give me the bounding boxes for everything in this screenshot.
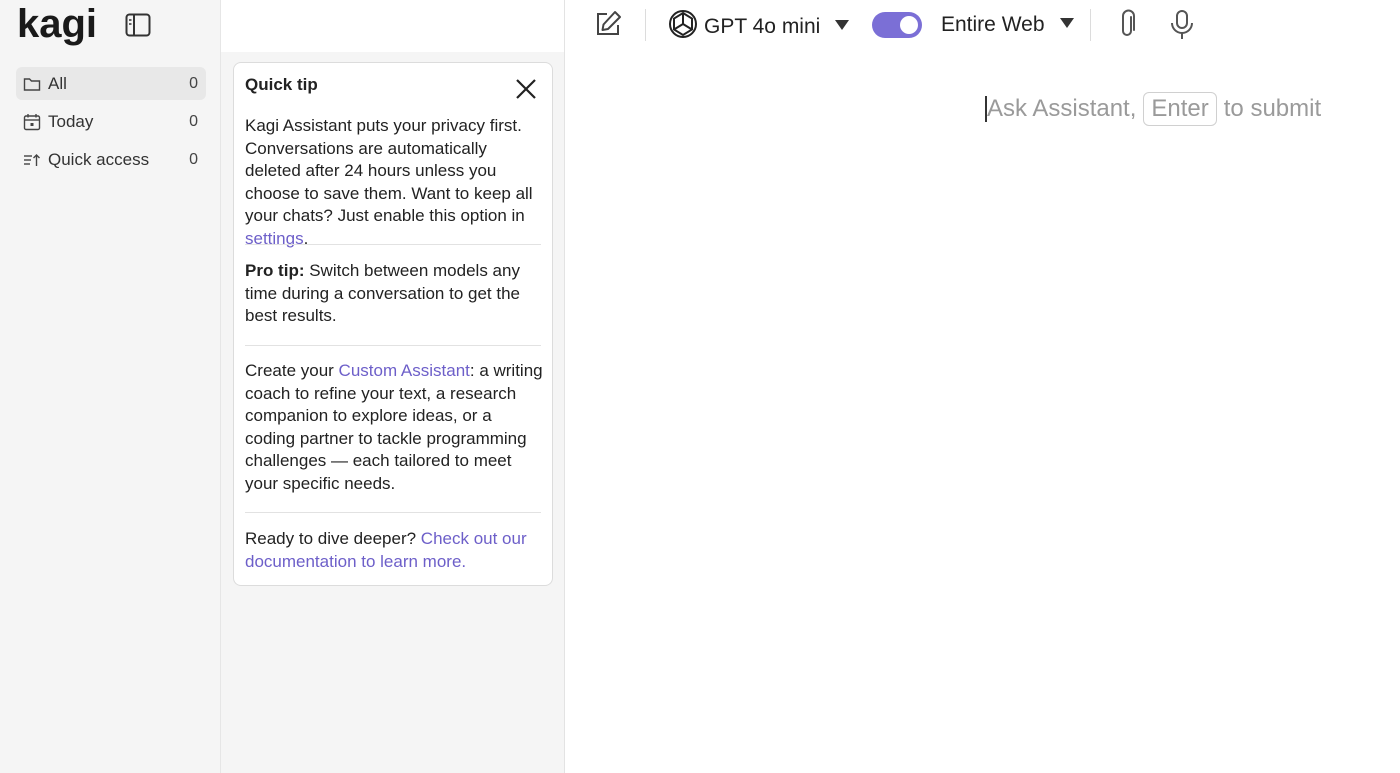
microphone-button[interactable] bbox=[1168, 9, 1196, 46]
sidebar-item-quick-access[interactable]: Quick access 0 bbox=[16, 143, 206, 176]
tip-title: Quick tip bbox=[245, 75, 318, 94]
pro-tip-label: Pro tip: bbox=[245, 261, 305, 280]
sidebar-item-all[interactable]: All 0 bbox=[16, 67, 206, 100]
chevron-down-icon bbox=[1059, 16, 1075, 34]
edit-icon bbox=[593, 9, 623, 44]
placeholder-text-end: to submit bbox=[1223, 95, 1322, 122]
quick-access-icon bbox=[22, 150, 42, 170]
calendar-icon bbox=[22, 112, 42, 132]
toggle-sidebar-button[interactable] bbox=[124, 11, 152, 39]
toggle-knob bbox=[900, 16, 918, 34]
sidebar-item-count: 0 bbox=[189, 74, 198, 92]
attach-button[interactable] bbox=[1116, 9, 1140, 46]
custom-pre: Create your bbox=[245, 361, 339, 380]
sidebar-item-label: Quick access bbox=[48, 149, 150, 169]
divider bbox=[645, 9, 646, 41]
custom-assistant-tip: Create your Custom Assistant: a writing … bbox=[245, 360, 543, 495]
top-toolbar: GPT 4o mini Entire Web bbox=[565, 0, 1400, 52]
quick-tip-card: Quick tip Kagi Assistant puts your priva… bbox=[233, 62, 553, 586]
web-search-toggle[interactable] bbox=[872, 12, 922, 38]
sidebar: kagi All 0 Today 0 Quick access 0 bbox=[0, 0, 221, 773]
svg-text:kagi: kagi bbox=[17, 4, 97, 46]
divider bbox=[245, 244, 541, 245]
placeholder-text: Ask Assistant, bbox=[987, 95, 1137, 122]
docs-pre: Ready to dive deeper? bbox=[245, 529, 421, 548]
custom-assistant-link[interactable]: Custom Assistant bbox=[339, 361, 470, 380]
pro-tip: Pro tip: Switch between models any time … bbox=[245, 260, 543, 328]
microphone-icon bbox=[1168, 9, 1196, 46]
privacy-text: Kagi Assistant puts your privacy first. … bbox=[245, 116, 533, 225]
conversation-panel: Quick tip Kagi Assistant puts your priva… bbox=[221, 0, 565, 773]
kagi-logo[interactable]: kagi bbox=[17, 2, 101, 53]
folder-list: All 0 Today 0 Quick access 0 bbox=[16, 67, 206, 181]
sidebar-item-count: 0 bbox=[189, 112, 198, 130]
docs-tip: Ready to dive deeper? Check out our docu… bbox=[245, 528, 543, 573]
enter-key-hint: Enter bbox=[1143, 92, 1217, 126]
divider bbox=[1090, 9, 1091, 41]
sidebar-item-label: All bbox=[48, 73, 67, 93]
custom-text: : a writing coach to refine your text, a… bbox=[245, 361, 543, 493]
close-icon[interactable] bbox=[514, 77, 538, 101]
prompt-input[interactable]: Ask Assistant, Enter to submit bbox=[985, 92, 1321, 126]
divider bbox=[245, 345, 541, 346]
search-scope-label: Entire Web bbox=[941, 13, 1045, 36]
sidebar-item-count: 0 bbox=[189, 150, 198, 168]
paperclip-icon bbox=[1116, 9, 1140, 46]
model-selector[interactable]: GPT 4o mini bbox=[667, 8, 850, 45]
new-chat-button[interactable] bbox=[593, 9, 623, 44]
openai-icon bbox=[667, 8, 699, 45]
folder-icon bbox=[22, 74, 42, 94]
panel-header bbox=[221, 0, 564, 52]
sidebar-item-label: Today bbox=[48, 111, 94, 131]
divider bbox=[245, 512, 541, 513]
chevron-down-icon bbox=[834, 18, 850, 36]
sidebar-item-today[interactable]: Today 0 bbox=[16, 105, 206, 138]
search-scope-selector[interactable]: Entire Web bbox=[941, 13, 1075, 37]
model-label: GPT 4o mini bbox=[704, 14, 821, 38]
privacy-tip: Kagi Assistant puts your privacy first. … bbox=[245, 115, 543, 250]
